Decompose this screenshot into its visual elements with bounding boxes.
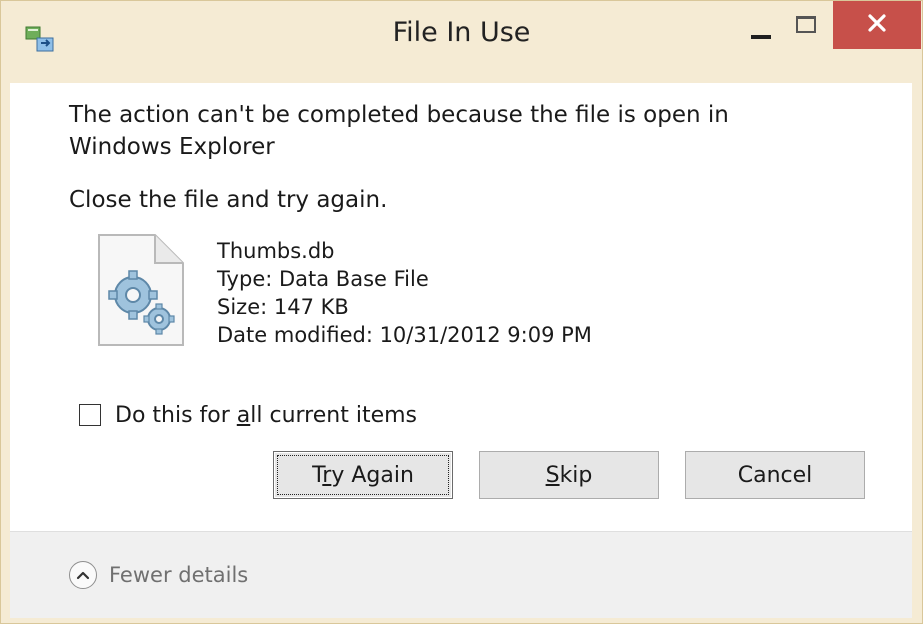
cancel-button[interactable]: Cancel [685,451,865,499]
file-type: Type: Data Base File [217,267,429,291]
minimize-icon [751,35,771,39]
file-in-use-dialog: File In Use The action can't be complete… [0,0,923,624]
close-icon [867,13,887,37]
fewer-details-toggle[interactable]: Fewer details [69,561,248,589]
instruction-text: Close the file and try again. [69,187,388,213]
title-bar[interactable]: File In Use [1,1,922,85]
maximize-button[interactable] [784,9,828,45]
minimize-button[interactable] [743,9,779,45]
file-date-modified: Date modified: 10/31/2012 9:09 PM [217,323,592,347]
apply-to-all-option[interactable]: Do this for all current items [79,401,417,429]
error-message: The action can't be completed because th… [69,102,729,160]
cancel-label: Cancel [737,462,813,488]
chevron-up-icon[interactable] [69,561,97,589]
close-button[interactable] [833,1,921,49]
file-details: Thumbs.db Type: Data Base File Size: 147… [217,237,592,349]
apply-to-all-checkbox[interactable] [79,404,101,426]
file-size: Size: 147 KB [217,295,349,319]
file-name: Thumbs.db [217,239,335,263]
skip-button[interactable]: Skip [479,451,659,499]
focus-rectangle [277,455,449,495]
fewer-details-label[interactable]: Fewer details [109,563,248,587]
try-again-button[interactable]: Try Again [273,451,453,499]
maximize-icon [796,16,816,33]
skip-label: Skip [545,462,593,488]
gears-file-icon [95,233,187,349]
apply-to-all-label[interactable]: Do this for all current items [115,403,417,428]
